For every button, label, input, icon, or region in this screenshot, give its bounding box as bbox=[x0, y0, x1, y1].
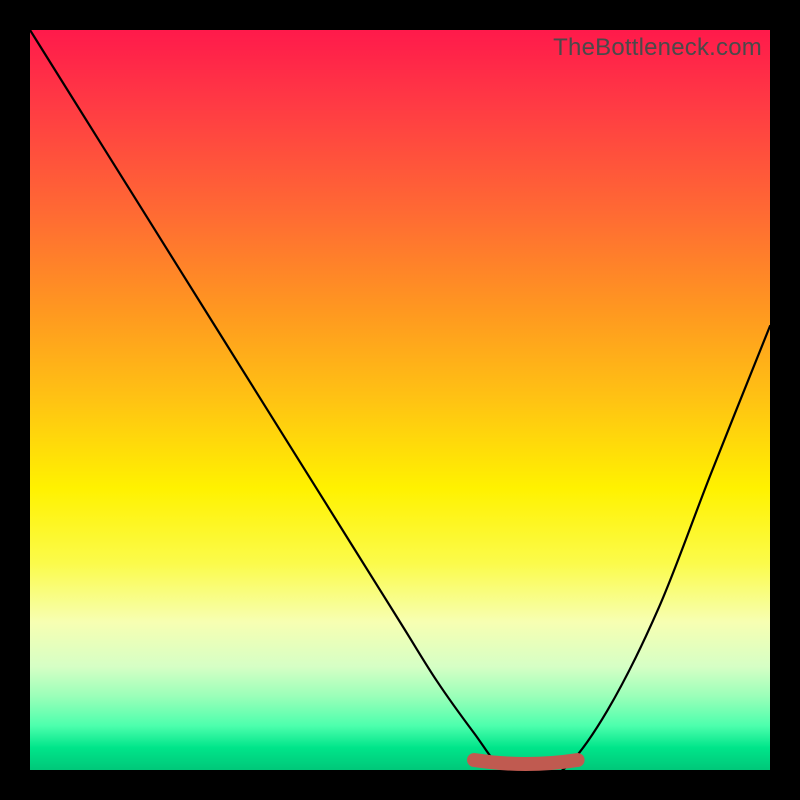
optimal-range-marker bbox=[474, 760, 578, 764]
chart-svg bbox=[30, 30, 770, 770]
plot-area: TheBottleneck.com bbox=[30, 30, 770, 770]
chart-frame: TheBottleneck.com bbox=[0, 0, 800, 800]
bottleneck-curve bbox=[30, 30, 770, 774]
